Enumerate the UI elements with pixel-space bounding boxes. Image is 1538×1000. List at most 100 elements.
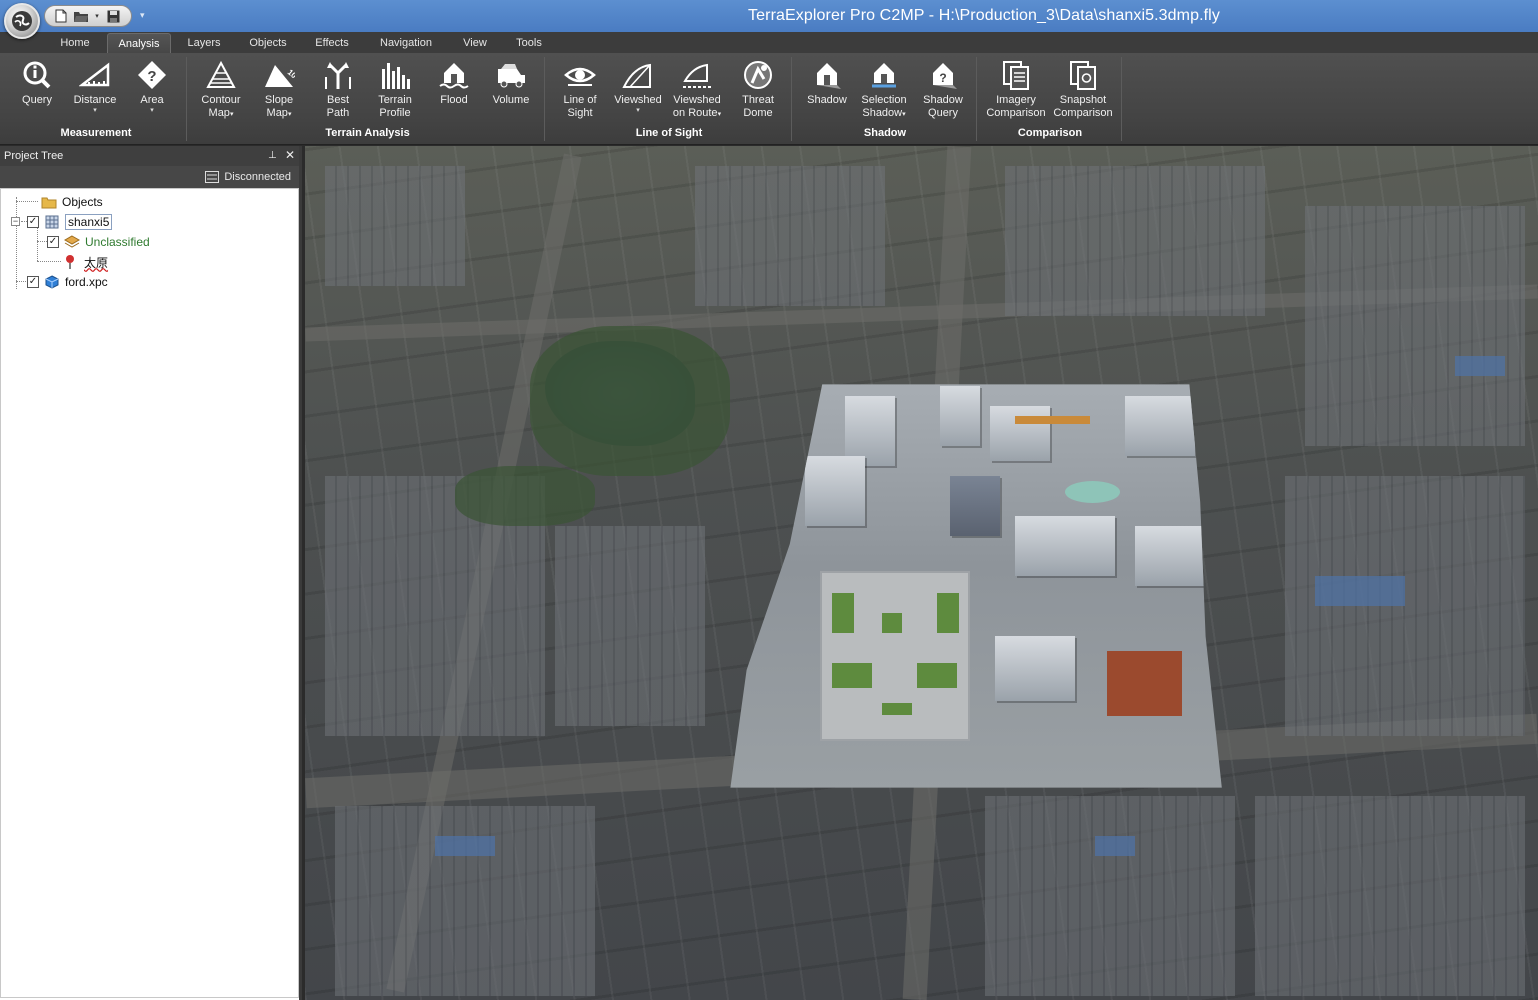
tree-item-label[interactable]: shanxi5 bbox=[65, 214, 113, 230]
viewshed-route-icon bbox=[683, 63, 711, 88]
tab-view[interactable]: View bbox=[452, 33, 498, 53]
skyline-logo-icon bbox=[12, 11, 32, 31]
contour-map-icon bbox=[206, 60, 236, 88]
selection-shadow-button[interactable]: Selection Shadow▾ bbox=[856, 57, 912, 127]
tree-item-label: 太原 bbox=[84, 255, 109, 270]
bestpath-label-2: Path bbox=[326, 107, 350, 119]
connection-status-text: Disconnected bbox=[224, 171, 291, 183]
red-roof-building bbox=[1107, 651, 1182, 716]
contour-label-1: Contour bbox=[201, 94, 241, 106]
tree-line bbox=[37, 241, 47, 242]
snapshot-comparison-button[interactable]: Snapshot Comparison bbox=[1051, 57, 1115, 127]
volume-button[interactable]: Volume bbox=[483, 57, 539, 127]
tab-home[interactable]: Home bbox=[50, 33, 100, 53]
city-block bbox=[985, 796, 1235, 996]
group-separator bbox=[791, 57, 792, 141]
tree-item-taiyuan[interactable]: 太原 bbox=[63, 253, 108, 271]
viewshed-label: Viewshed bbox=[614, 94, 662, 106]
chevron-down-icon: ▾ bbox=[150, 107, 154, 114]
tab-analysis[interactable]: Analysis bbox=[107, 33, 171, 53]
slope-map-icon: 10% bbox=[265, 65, 295, 87]
selection-shadow-icon bbox=[872, 63, 896, 88]
collapse-toggle[interactable]: − bbox=[11, 217, 20, 226]
contour-map-button[interactable]: Contour Map▾ bbox=[193, 57, 249, 127]
slope-label-2: Map bbox=[266, 107, 288, 119]
close-panel-button[interactable]: ✕ bbox=[285, 148, 295, 162]
viewshed-route-label-1: Viewshed bbox=[673, 94, 721, 106]
tree-line bbox=[16, 201, 38, 202]
group-separator bbox=[1121, 57, 1122, 141]
distance-label: Distance bbox=[73, 94, 117, 106]
threat-label-2: Dome bbox=[743, 107, 773, 119]
area-button[interactable]: ? Area ▾ bbox=[124, 57, 180, 127]
shadow-query-button[interactable]: ? Shadow Query bbox=[915, 57, 971, 127]
project-tree-header: Project Tree ⊥ ✕ bbox=[0, 146, 299, 166]
city-block bbox=[1305, 206, 1525, 446]
distance-button[interactable]: Distance ▾ bbox=[67, 57, 123, 127]
tab-effects[interactable]: Effects bbox=[306, 33, 358, 53]
svg-text:?: ? bbox=[147, 68, 156, 85]
group-shadow-label: Shadow bbox=[863, 127, 907, 139]
application-menu-button[interactable] bbox=[4, 3, 40, 39]
terrain-profile-icon bbox=[382, 63, 410, 89]
imagery-comparison-button[interactable]: Imagery Comparison bbox=[984, 57, 1048, 127]
3d-map-viewport[interactable] bbox=[305, 146, 1538, 1000]
city-block bbox=[555, 526, 705, 726]
viewshed-button[interactable]: Viewshed ▾ bbox=[610, 57, 666, 127]
3d-building bbox=[990, 406, 1050, 461]
sel-shadow-label-1: Selection bbox=[861, 94, 907, 106]
tab-tools[interactable]: Tools bbox=[507, 33, 551, 53]
terrain-profile-button[interactable]: Terrain Profile bbox=[367, 57, 423, 127]
city-block bbox=[1285, 476, 1525, 736]
point-cloud-cube-icon bbox=[44, 274, 60, 290]
query-label: Query bbox=[22, 94, 52, 106]
best-path-button[interactable]: Best Path bbox=[310, 57, 366, 127]
volume-truck-icon bbox=[498, 64, 525, 88]
viewshed-icon bbox=[622, 63, 651, 88]
chevron-down-icon: ▾ bbox=[229, 111, 234, 118]
tree-item-ford-xpc[interactable]: ✓ ford.xpc bbox=[27, 273, 108, 291]
snapshot-cmp-label-1: Snapshot bbox=[1059, 94, 1107, 106]
3d-building bbox=[950, 476, 1000, 536]
chevron-down-icon: ▾ bbox=[717, 111, 722, 118]
group-measurement-label: Measurement bbox=[60, 127, 132, 139]
lawn bbox=[917, 663, 957, 688]
project-tree: − Objects ✓ shanxi5 ✓ Unclassified 太原 ✓ … bbox=[0, 188, 299, 998]
chevron-down-icon: ▾ bbox=[902, 111, 906, 118]
tab-objects[interactable]: Objects bbox=[240, 33, 296, 53]
location-pin-icon bbox=[63, 254, 79, 270]
city-block bbox=[335, 806, 595, 996]
threat-dome-icon bbox=[744, 61, 772, 89]
lawn bbox=[882, 703, 912, 715]
chevron-down-icon: ▾ bbox=[287, 111, 292, 118]
chevron-down-icon: ▾ bbox=[636, 107, 640, 114]
los-label-1: Line of bbox=[563, 94, 597, 106]
tree-item-unclassified[interactable]: ✓ Unclassified bbox=[47, 233, 150, 251]
slope-map-button[interactable]: 10% Slope Map▾ bbox=[251, 57, 307, 127]
layer-checkbox[interactable]: ✓ bbox=[27, 276, 39, 288]
window-title: TerraExplorer Pro C2MP - H:\Production_3… bbox=[748, 7, 1220, 24]
shadow-house-icon bbox=[817, 63, 841, 89]
imagery-cmp-label-1: Imagery bbox=[996, 94, 1036, 106]
tree-line bbox=[37, 261, 61, 262]
tree-item-shanxi5[interactable]: ✓ shanxi5 bbox=[27, 213, 113, 231]
pin-icon[interactable]: ⊥ bbox=[268, 150, 277, 161]
query-button[interactable]: Query bbox=[9, 57, 65, 127]
layer-checkbox[interactable]: ✓ bbox=[27, 216, 39, 228]
tab-navigation[interactable]: Navigation bbox=[370, 33, 442, 53]
flood-button[interactable]: Flood bbox=[426, 57, 482, 127]
shadow-button[interactable]: Shadow bbox=[799, 57, 855, 127]
3d-building bbox=[940, 386, 980, 446]
blue-roof bbox=[1095, 836, 1135, 856]
threat-dome-button[interactable]: Threat Dome bbox=[730, 57, 786, 127]
tab-layers[interactable]: Layers bbox=[180, 33, 228, 53]
city-block bbox=[325, 166, 465, 286]
tree-item-objects[interactable]: Objects bbox=[41, 193, 103, 211]
line-of-sight-button[interactable]: Line of Sight bbox=[552, 57, 608, 127]
viewshed-on-route-button[interactable]: Viewshed on Route▾ bbox=[669, 57, 725, 127]
3d-building bbox=[1125, 396, 1195, 456]
tree-line bbox=[37, 227, 38, 261]
plaza bbox=[820, 571, 970, 741]
lawn bbox=[882, 613, 902, 633]
layer-checkbox[interactable]: ✓ bbox=[47, 236, 59, 248]
